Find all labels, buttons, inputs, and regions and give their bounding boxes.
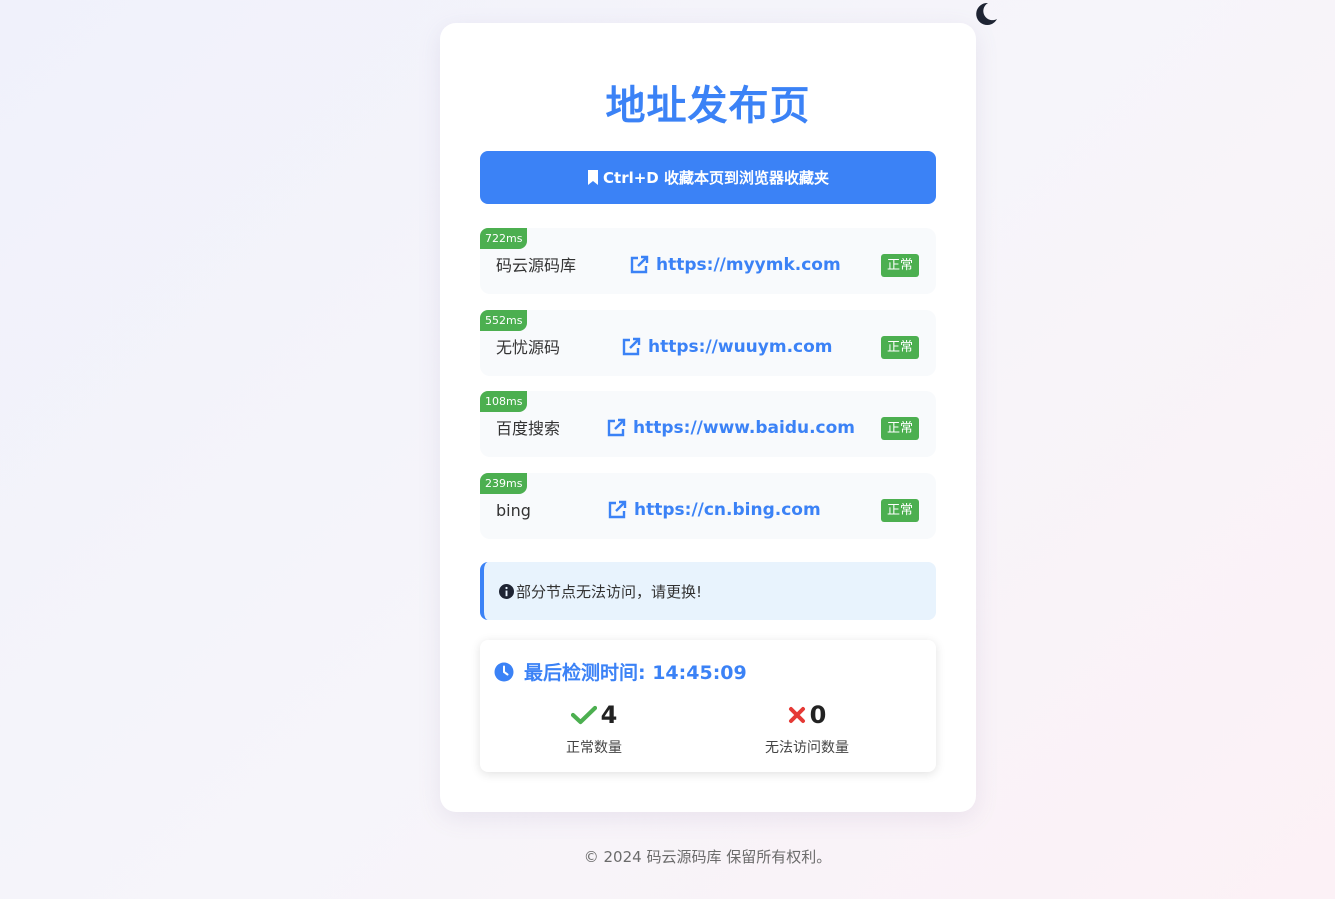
site-url-text: https://www.baidu.com <box>633 418 856 438</box>
external-link-icon <box>630 255 649 274</box>
link-item: 552ms 无忧源码 https://wuuym.com 正常 <box>480 310 936 376</box>
fail-label: 无法访问数量 <box>765 740 849 756</box>
latency-badge: 552ms <box>480 310 528 331</box>
last-check-time: 最后检测时间: 14:45:09 <box>494 658 747 685</box>
ok-count: 4 <box>600 701 618 729</box>
latency-badge: 108ms <box>480 391 528 412</box>
site-link[interactable]: https://myymk.com <box>629 254 841 276</box>
bookmark-icon <box>588 170 599 185</box>
theme-toggle-button[interactable] <box>972 0 1000 28</box>
bookmark-button[interactable]: Ctrl+D 收藏本页到浏览器收藏夹 <box>480 151 936 204</box>
external-link-icon <box>607 418 626 437</box>
site-name: 码云源码库 <box>496 256 577 275</box>
main-card: 地址发布页 Ctrl+D 收藏本页到浏览器收藏夹 722ms 码云源码库 htt… <box>440 23 976 812</box>
status-badge: 正常 <box>880 499 919 522</box>
site-name: 无忧源码 <box>496 338 561 357</box>
site-link[interactable]: https://www.baidu.com <box>606 417 855 439</box>
footer-copyright: © 2024 码云源码库 保留所有权利。 <box>583 848 832 866</box>
site-name: bing <box>496 501 531 520</box>
site-url-text: https://myymk.com <box>656 255 841 275</box>
check-icon <box>570 705 597 725</box>
site-url-text: https://wuuym.com <box>648 337 833 357</box>
stats-panel: 最后检测时间: 14:45:09 4 正常数量 0 无法访问数量 <box>480 640 936 772</box>
bookmark-label: Ctrl+D 收藏本页到浏览器收藏夹 <box>603 169 829 187</box>
status-badge: 正常 <box>880 417 919 440</box>
page-title: 地址发布页 <box>605 83 811 129</box>
site-link[interactable]: https://cn.bing.com <box>607 499 821 521</box>
notice-text: 部分节点无法访问，请更换! <box>516 582 703 601</box>
clock-icon <box>494 662 514 681</box>
moon-icon <box>976 2 997 25</box>
site-url-text: https://cn.bing.com <box>634 500 821 520</box>
last-check-time-text: 最后检测时间: 14:45:09 <box>524 662 747 684</box>
site-link[interactable]: https://wuuym.com <box>621 336 833 358</box>
external-link-icon <box>608 500 627 519</box>
external-link-icon <box>622 337 641 356</box>
status-badge: 正常 <box>880 254 919 277</box>
fail-count: 0 <box>809 701 827 729</box>
status-badge: 正常 <box>880 336 919 359</box>
latency-badge: 722ms <box>480 228 528 249</box>
ok-label: 正常数量 <box>566 740 622 756</box>
link-item: 722ms 码云源码库 https://myymk.com 正常 <box>480 228 936 294</box>
latency-badge: 239ms <box>480 473 528 494</box>
cross-icon <box>788 707 805 723</box>
link-item: 108ms 百度搜索 https://www.baidu.com 正常 <box>480 391 936 457</box>
site-name: 百度搜索 <box>496 419 561 438</box>
fail-stat: 0 无法访问数量 <box>707 700 907 757</box>
notice-box: 部分节点无法访问，请更换! <box>480 562 936 620</box>
info-circle-icon <box>499 583 514 599</box>
ok-stat: 4 正常数量 <box>494 700 694 757</box>
link-item: 239ms bing https://cn.bing.com 正常 <box>480 473 936 539</box>
